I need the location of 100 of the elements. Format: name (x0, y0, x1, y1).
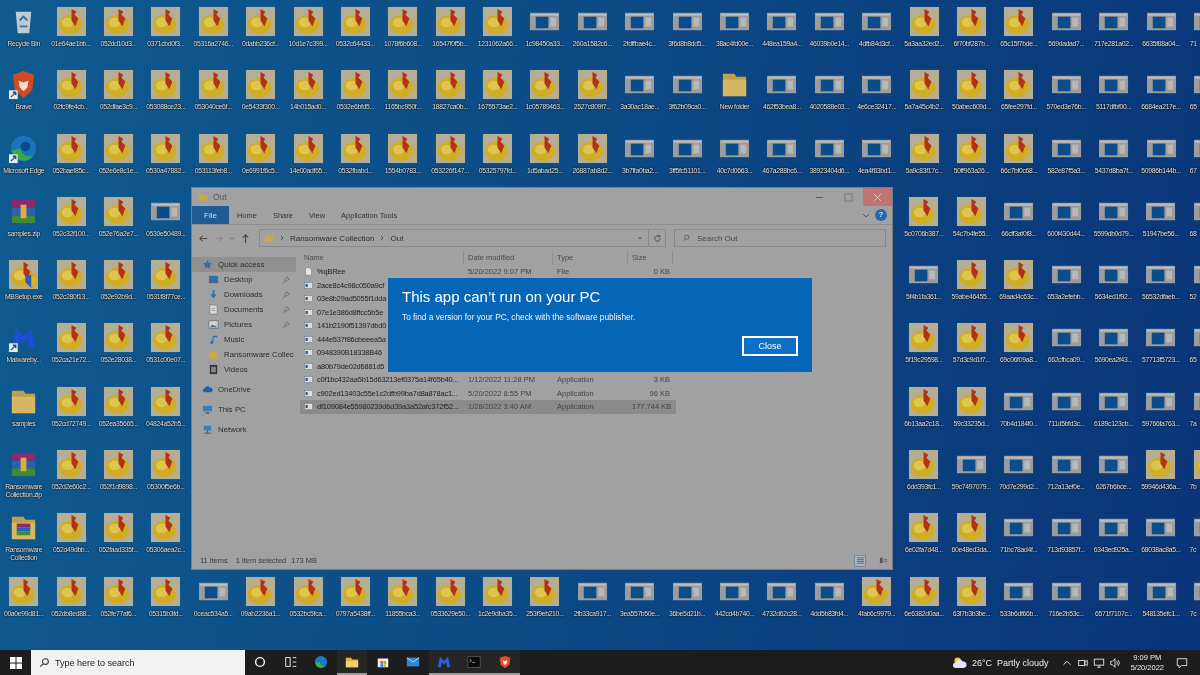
four-squares-icon (9, 656, 22, 669)
breadcrumb[interactable]: Out (390, 233, 404, 243)
bird-icon (55, 385, 87, 417)
application-icon (304, 334, 313, 344)
bird-icon (956, 575, 987, 607)
bird-icon (955, 259, 987, 291)
task-view-icon (283, 654, 298, 669)
taskbar-button[interactable] (428, 650, 460, 675)
up-arrow-icon[interactable] (240, 232, 251, 244)
document-icon (208, 304, 219, 315)
bird-icon (1003, 132, 1035, 164)
bird-icon (529, 69, 561, 101)
bird-icon (434, 69, 466, 101)
speaker-icon[interactable] (1108, 656, 1121, 669)
search-field[interactable]: Search Out (674, 229, 886, 247)
details-view-button[interactable] (854, 554, 866, 567)
taskbar-button[interactable] (489, 650, 521, 675)
picture-icon (208, 319, 219, 330)
folder-icon (208, 349, 219, 360)
bird-icon (339, 6, 371, 37)
notification-icon[interactable] (1176, 656, 1188, 669)
bird-icon (955, 322, 987, 354)
bird-icon (245, 575, 277, 607)
search-icon (682, 234, 690, 242)
application-icon (304, 361, 313, 371)
bird-icon (102, 449, 134, 481)
bird-icon (150, 259, 182, 291)
bird-icon (197, 69, 229, 101)
bird-icon (197, 132, 229, 164)
weather-button[interactable]: 26°C Partly cloudy (948, 650, 1053, 675)
help-button[interactable]: ? (875, 209, 887, 221)
bird-icon (55, 322, 87, 354)
bird-icon (576, 132, 608, 164)
search-field[interactable]: Type here to search (31, 650, 245, 675)
bird-icon (102, 259, 134, 291)
bird-icon (1145, 449, 1177, 481)
application-icon (304, 388, 313, 398)
bird-icon (387, 575, 419, 607)
bird-icon (955, 195, 987, 227)
application-icon (304, 321, 313, 331)
chevron-down-icon[interactable] (636, 234, 644, 242)
file-tab[interactable]: File (192, 206, 229, 224)
video-camera-icon[interactable] (1076, 656, 1089, 669)
monitor-icon[interactable] (1092, 656, 1105, 669)
application-icon (304, 307, 313, 317)
search-icon (39, 657, 50, 668)
refresh-icon (652, 233, 662, 243)
close-button[interactable] (863, 188, 892, 206)
bird-icon (955, 512, 987, 544)
bird-icon (529, 575, 561, 607)
bird-icon (55, 195, 87, 227)
bird-icon (292, 6, 324, 37)
star-icon (202, 259, 213, 270)
taskbar-button[interactable] (336, 650, 368, 675)
bird-icon (150, 575, 182, 607)
terminal-icon (467, 654, 482, 669)
bird-icon (387, 132, 419, 164)
bird-icon (102, 6, 134, 37)
bird-icon (102, 575, 134, 607)
close-button[interactable]: Close (742, 336, 798, 356)
bird-icon (908, 385, 940, 417)
dialog-title: This app can’t run on your PC (402, 288, 602, 305)
close-icon (873, 192, 882, 202)
bird-icon (339, 575, 371, 607)
bird-icon (482, 6, 514, 37)
list-lines-icon (855, 556, 865, 565)
bird-icon (956, 132, 987, 164)
cloud-icon (202, 384, 213, 395)
bird-icon (150, 512, 182, 544)
bird-icon (955, 385, 987, 417)
bird-icon (908, 512, 940, 544)
bird-icon (1003, 259, 1035, 291)
sun-cloud-icon (952, 656, 967, 669)
refresh-button[interactable] (648, 229, 666, 247)
breadcrumb[interactable]: Ransomware Collection (290, 233, 375, 243)
bird-icon (861, 575, 893, 607)
music-note-icon (208, 334, 219, 345)
bird-icon (150, 385, 182, 417)
bird-icon (482, 132, 514, 164)
bird-shield-icon (8, 259, 40, 291)
bird-icon (908, 322, 940, 354)
network-icon (202, 424, 213, 435)
bird-icon (908, 575, 940, 607)
bird-icon (908, 195, 940, 227)
window-title: Out (213, 192, 227, 202)
bird-icon (197, 6, 229, 37)
bird-icon (956, 69, 987, 101)
bird-icon (102, 132, 134, 164)
bird-icon (434, 575, 466, 607)
bird-icon (55, 6, 87, 37)
monitor-icon (202, 404, 213, 415)
tiles-icon (878, 556, 888, 565)
bird-icon (55, 69, 87, 101)
bird-icon (908, 132, 940, 164)
application-icon (304, 348, 313, 358)
bird-icon (55, 512, 87, 544)
address-field[interactable]: Ransomware Collection Out (259, 229, 649, 247)
bird-icon (102, 195, 134, 227)
bird-icon (482, 69, 514, 101)
application-icon (304, 375, 313, 385)
